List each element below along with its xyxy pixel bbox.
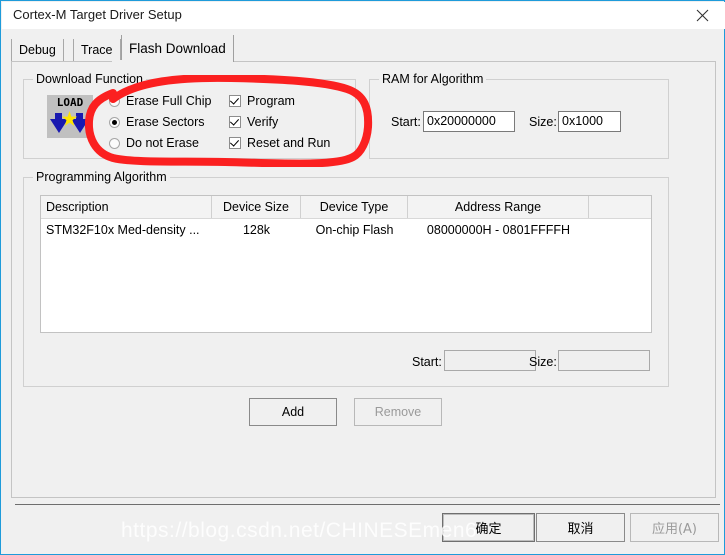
column-header-device-type[interactable]: Device Type xyxy=(301,196,408,218)
column-header-device-size[interactable]: Device Size xyxy=(212,196,301,218)
checkbox-reset-and-run-indicator[interactable] xyxy=(229,137,241,149)
tab-panel-join xyxy=(112,60,217,63)
cell-address-range: 08000000H - 0801FFFFH xyxy=(426,222,571,237)
cell-device-size: 128k xyxy=(242,222,271,237)
load-icon: LOAD xyxy=(47,95,93,138)
ram-start-input[interactable]: 0x20000000 xyxy=(423,111,515,132)
ok-button[interactable]: 确定 xyxy=(442,513,535,542)
algorithm-size-input[interactable] xyxy=(558,350,650,371)
ram-for-algorithm-title: RAM for Algorithm xyxy=(379,72,487,86)
dialog-window: Cortex-M Target Driver Setup Debug Trace… xyxy=(0,0,725,555)
checkbox-reset-and-run[interactable]: Reset and Run xyxy=(229,136,330,150)
checkbox-verify-indicator[interactable] xyxy=(229,116,241,128)
radio-erase-sectors-label: Erase Sectors xyxy=(126,115,205,129)
window-title: Cortex-M Target Driver Setup xyxy=(13,7,182,22)
radio-do-not-erase-indicator[interactable] xyxy=(109,137,120,149)
tab-flash-download[interactable]: Flash Download xyxy=(121,35,234,62)
radio-do-not-erase[interactable]: Do not Erase xyxy=(109,136,199,150)
checkbox-program-label: Program xyxy=(247,94,295,108)
column-header-spacer[interactable] xyxy=(589,196,651,218)
radio-do-not-erase-label: Do not Erase xyxy=(126,136,199,150)
load-arrow-right xyxy=(71,119,89,133)
checkbox-reset-and-run-label: Reset and Run xyxy=(247,136,331,150)
close-icon[interactable] xyxy=(679,2,725,29)
table-row[interactable]: STM32F10x Med-density ... 128k On-chip F… xyxy=(41,219,651,240)
ram-size-input[interactable]: 0x1000 xyxy=(558,111,621,132)
programming-algorithm-table[interactable]: Description Device Size Device Type Addr… xyxy=(40,195,652,333)
algorithm-start-input[interactable] xyxy=(444,350,536,371)
checkbox-program-indicator[interactable] xyxy=(229,95,241,107)
radio-erase-full-chip[interactable]: Erase Full Chip xyxy=(109,94,211,108)
add-button[interactable]: Add xyxy=(249,398,337,426)
column-header-description[interactable]: Description xyxy=(41,196,212,218)
remove-button: Remove xyxy=(354,398,442,426)
cell-device-type: On-chip Flash xyxy=(315,222,394,237)
ram-size-label: Size: xyxy=(529,115,557,129)
tab-trace-label: Trace xyxy=(81,43,113,57)
cell-description: STM32F10x Med-density ... xyxy=(46,222,200,237)
column-header-address-range[interactable]: Address Range xyxy=(408,196,589,218)
programming-algorithm-title: Programming Algorithm xyxy=(33,170,170,184)
tab-flash-download-label: Flash Download xyxy=(129,41,226,56)
load-arrow-left xyxy=(50,119,68,133)
tab-debug-label: Debug xyxy=(19,43,56,57)
radio-erase-sectors[interactable]: Erase Sectors xyxy=(109,115,205,129)
algorithm-start-label: Start: xyxy=(412,355,442,369)
checkbox-verify-label: Verify xyxy=(247,115,279,129)
radio-erase-full-chip-label: Erase Full Chip xyxy=(126,94,212,108)
checkbox-verify[interactable]: Verify xyxy=(229,115,278,129)
algorithm-size-label: Size: xyxy=(529,355,557,369)
footer-separator xyxy=(15,504,720,505)
table-header-row: Description Device Size Device Type Addr… xyxy=(41,196,651,219)
download-function-title: Download Function xyxy=(33,72,147,86)
radio-erase-full-chip-indicator[interactable] xyxy=(109,95,120,107)
load-icon-text: LOAD xyxy=(56,96,84,109)
apply-button: 应用(A) xyxy=(630,513,719,542)
radio-erase-sectors-indicator[interactable] xyxy=(109,116,120,128)
title-bar: Cortex-M Target Driver Setup xyxy=(2,2,725,29)
ram-start-label: Start: xyxy=(391,115,421,129)
cancel-button[interactable]: 取消 xyxy=(536,513,625,542)
tab-strip: Debug Trace Flash Download xyxy=(11,35,716,62)
tab-trace[interactable]: Trace xyxy=(73,39,121,61)
tab-debug[interactable]: Debug xyxy=(11,39,64,61)
checkbox-program[interactable]: Program xyxy=(229,94,295,108)
